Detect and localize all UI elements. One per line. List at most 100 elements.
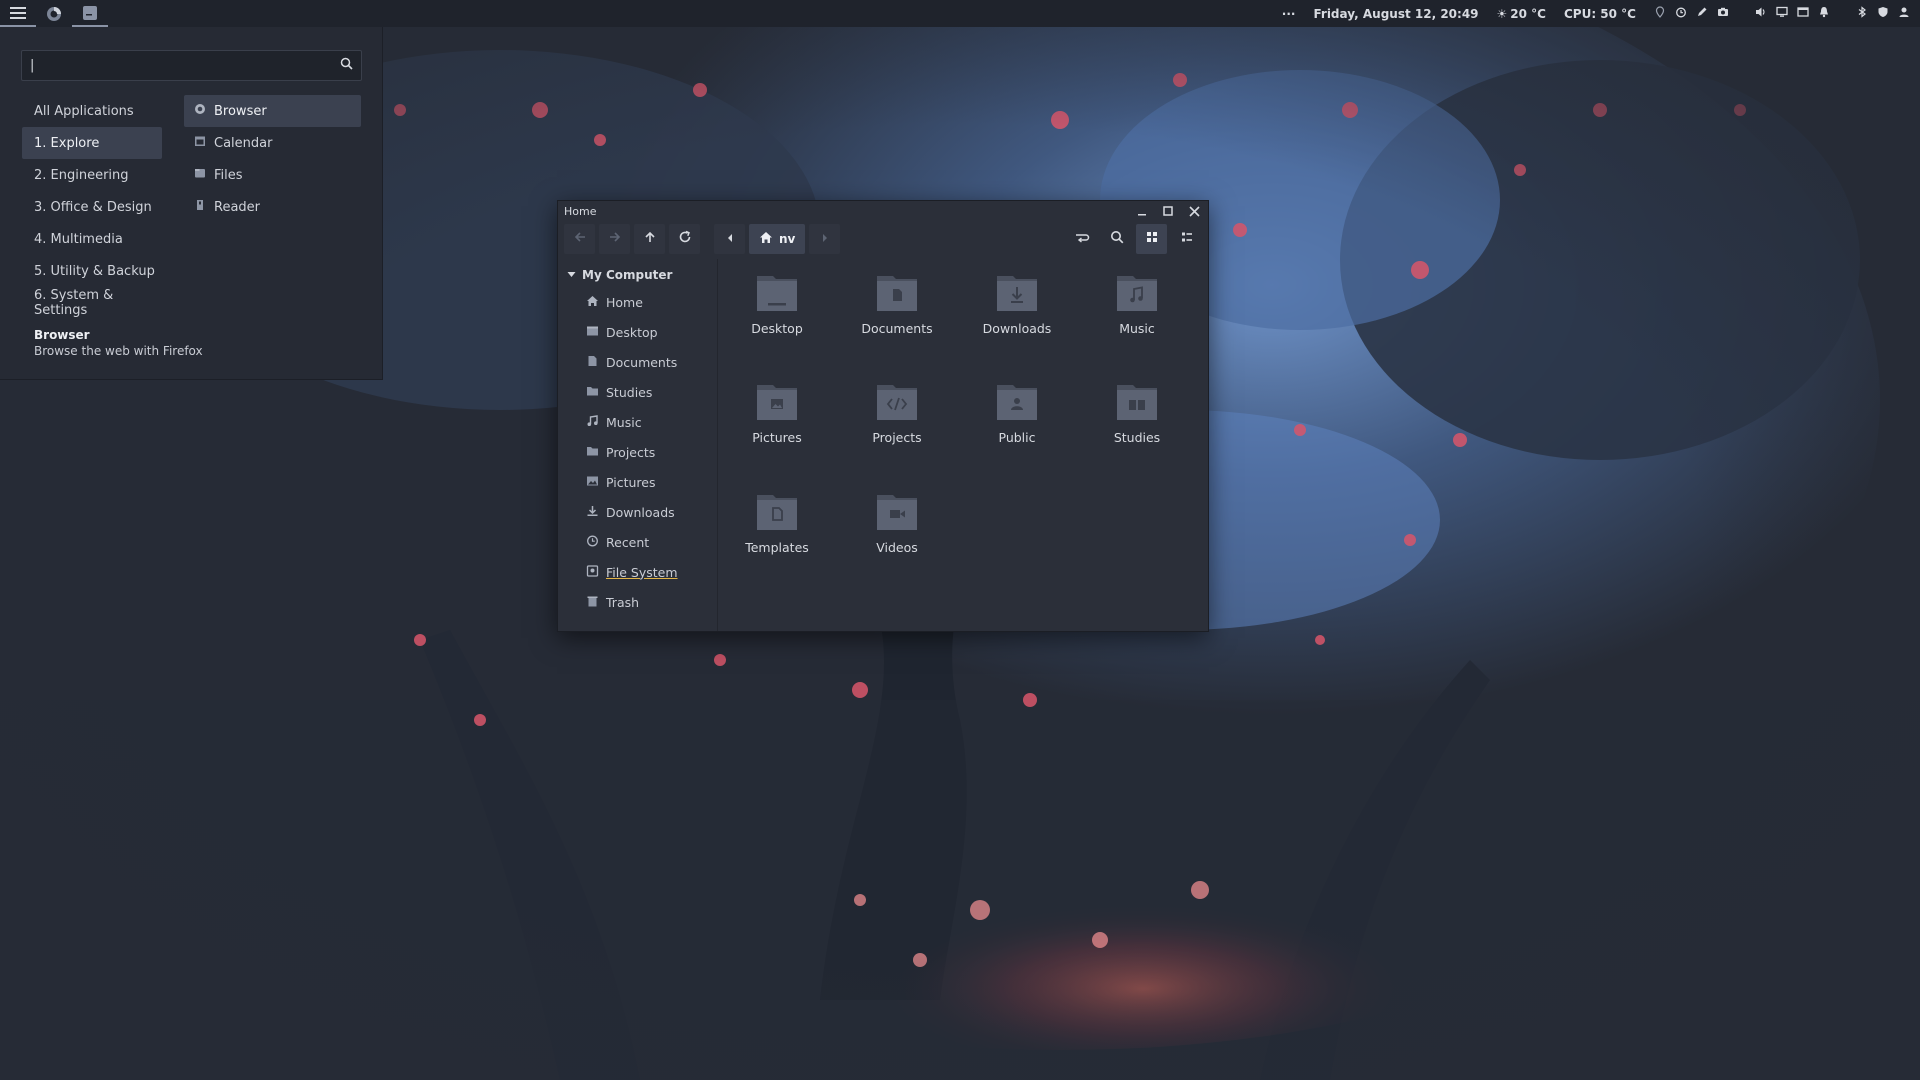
sidebar-item-label: Downloads (606, 504, 675, 520)
sidebar-item-studies[interactable]: Studies (558, 377, 717, 407)
menu-app-label: Reader (214, 199, 261, 215)
item-name: Projects (872, 430, 922, 445)
menu-icon[interactable] (0, 0, 36, 27)
display-icon[interactable] (1776, 6, 1788, 21)
location-icon[interactable] (1654, 6, 1666, 21)
folder-videos[interactable]: Videos (842, 492, 952, 555)
sidebar-item-label: Recent (606, 534, 650, 550)
sidebar-item-projects[interactable]: Projects (558, 437, 717, 467)
breadcrumb-label: nv (779, 232, 796, 246)
firefox-icon[interactable] (36, 0, 72, 27)
menu-app-list: Browser Calendar Files Reader (184, 95, 361, 223)
chevron-down-icon (567, 268, 576, 282)
item-name: Downloads (982, 321, 1052, 336)
breadcrumb-home[interactable]: nv (749, 224, 806, 254)
user-icon[interactable] (1898, 6, 1910, 21)
menu-app-browser[interactable]: Browser (184, 95, 361, 127)
menu-category-list: All Applications 1. Explore 2. Engineeri… (22, 95, 162, 319)
camera-icon[interactable] (1717, 6, 1729, 21)
bluetooth-icon[interactable] (1856, 6, 1868, 21)
refresh-icon (678, 230, 692, 248)
list-view-button[interactable] (1171, 224, 1202, 254)
menu-app-calendar[interactable]: Calendar (184, 127, 361, 159)
sidebar-item-home[interactable]: Home (558, 287, 717, 317)
clock-icon (586, 535, 599, 550)
system-tray (1654, 6, 1910, 21)
window-icon[interactable] (1797, 6, 1809, 21)
menu-app-label: Calendar (214, 135, 273, 151)
sun-icon: ☀ (1496, 6, 1508, 21)
menu-category-office-design[interactable]: 3. Office & Design (22, 191, 162, 223)
pen-icon[interactable] (1696, 6, 1708, 21)
reload-button[interactable] (669, 224, 700, 254)
forward-button[interactable] (599, 224, 630, 254)
toggle-location-button[interactable] (1066, 224, 1097, 254)
file-manager-toolbar: nv (558, 221, 1208, 257)
sidebar-item-desktop[interactable]: Desktop (558, 317, 717, 347)
arrow-right-icon (608, 230, 622, 248)
cpu-temp[interactable]: CPU: 50 °C (1564, 7, 1636, 21)
sidebar-item-pictures[interactable]: Pictures (558, 467, 717, 497)
folder-studies[interactable]: Studies (1082, 382, 1192, 445)
panel-overflow[interactable]: ··· (1282, 7, 1296, 21)
folder-desktop[interactable]: Desktop (722, 273, 832, 336)
bell-icon[interactable] (1818, 6, 1830, 21)
item-name: Desktop (751, 321, 803, 336)
search-button[interactable] (1101, 224, 1132, 254)
arrow-up-icon (643, 230, 657, 248)
sidebar-item-trash[interactable]: Trash (558, 587, 717, 617)
sidebar-item-file-system[interactable]: File System (558, 557, 717, 587)
caret-right-icon (820, 232, 830, 247)
menu-category-utility-backup[interactable]: 5. Utility & Backup (22, 255, 162, 287)
icon-view-button[interactable] (1136, 224, 1167, 254)
menu-category-explore[interactable]: 1. Explore (22, 127, 162, 159)
maximize-button[interactable] (1160, 203, 1176, 219)
menu-category-multimedia[interactable]: 4. Multimedia (22, 223, 162, 255)
menu-app-files[interactable]: Files (184, 159, 361, 191)
file-grid: Desktop Documents Downloads Music Pictur… (718, 259, 1208, 631)
close-button[interactable] (1186, 203, 1202, 219)
shield-icon[interactable] (1877, 6, 1889, 21)
panel-clock[interactable]: Friday, August 12, 20:49 (1313, 7, 1478, 21)
item-name: Templates (745, 540, 809, 555)
folder-templates[interactable]: Templates (722, 492, 832, 555)
menu-category-all-applications[interactable]: All Applications (22, 95, 162, 127)
path-scroll-left-button[interactable] (714, 224, 745, 254)
folder-documents[interactable]: Documents (842, 273, 952, 336)
sidebar-item-recent[interactable]: Recent (558, 527, 717, 557)
sidebar-section-my-computer[interactable]: My Computer (558, 263, 717, 287)
minimize-button[interactable] (1134, 203, 1150, 219)
download-icon (586, 505, 599, 520)
menu-category-engineering[interactable]: 2. Engineering (22, 159, 162, 191)
folder-pictures[interactable]: Pictures (722, 382, 832, 445)
alarm-icon[interactable] (1675, 6, 1687, 21)
folder-public[interactable]: Public (962, 382, 1072, 445)
item-name: Studies (1113, 430, 1161, 445)
search-icon[interactable] (340, 57, 353, 74)
sidebar-item-label: Music (606, 414, 642, 430)
folder-downloads[interactable]: Downloads (962, 273, 1072, 336)
sidebar-item-label: Trash (606, 594, 640, 610)
menu-search-box[interactable] (21, 50, 362, 81)
folder-music[interactable]: Music (1082, 273, 1192, 336)
volume-icon[interactable] (1755, 6, 1767, 21)
sidebar-item-documents[interactable]: Documents (558, 347, 717, 377)
back-button[interactable] (564, 224, 595, 254)
folder-projects[interactable]: Projects (842, 382, 952, 445)
terminal-icon[interactable] (72, 0, 108, 27)
sidebar-item-label: Desktop (606, 324, 658, 340)
menu-app-description: Browser Browse the web with Firefox (34, 327, 203, 359)
sidebar-item-music[interactable]: Music (558, 407, 717, 437)
sidebar-item-downloads[interactable]: Downloads (558, 497, 717, 527)
menu-app-reader[interactable]: Reader (184, 191, 361, 223)
swap-icon (1074, 230, 1090, 248)
menu-category-system-settings[interactable]: 6. System & Settings (22, 287, 162, 319)
home-icon (586, 295, 599, 310)
up-button[interactable] (634, 224, 665, 254)
window-titlebar[interactable]: Home (558, 201, 1208, 221)
menu-search-input[interactable] (30, 58, 340, 73)
firefox-icon (194, 103, 206, 119)
places-sidebar: My Computer Home Desktop Documents Studi… (558, 259, 718, 631)
path-scroll-right-button[interactable] (809, 224, 841, 254)
weather-widget[interactable]: ☀ 20 °C (1497, 7, 1546, 21)
